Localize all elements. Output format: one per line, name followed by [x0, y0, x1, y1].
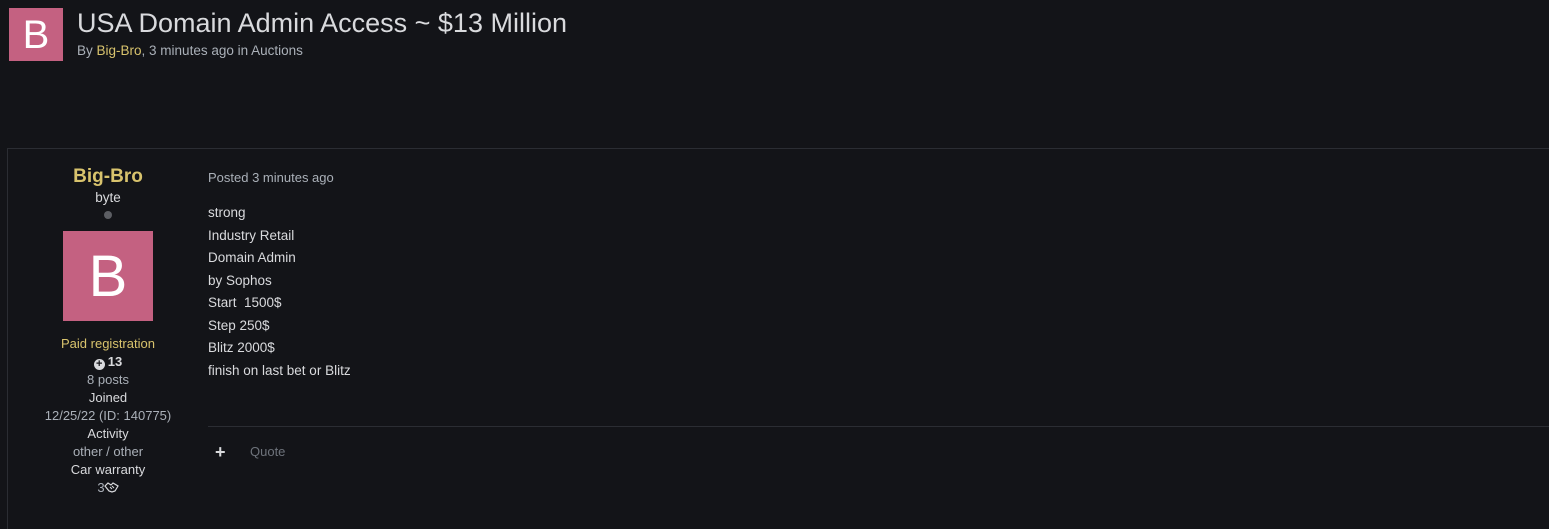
author-reputation: +13 — [8, 353, 208, 371]
multiquote-plus-button[interactable]: + — [215, 442, 226, 463]
post-line: Industry Retail — [208, 227, 295, 243]
post-footer: + Quote — [208, 426, 1549, 477]
reputation-value: 13 — [107, 354, 123, 369]
joined-label: Joined — [88, 390, 128, 405]
author-post-count[interactable]: 8 posts — [8, 371, 208, 389]
post-container: Big-Bro byte B Paid registration +13 8 p… — [7, 148, 1549, 529]
topic-header: B USA Domain Admin Access ~ $13 Million … — [9, 8, 567, 61]
warranty-label: Car warranty — [70, 462, 146, 477]
post-line: by Sophos — [208, 272, 272, 288]
handshake-icon — [103, 482, 119, 493]
page-title: USA Domain Admin Access ~ $13 Million — [77, 8, 567, 38]
post-line: Domain Admin — [208, 250, 296, 265]
post-date[interactable]: Posted 3 minutes ago — [208, 170, 1549, 185]
topic-byline: By Big-Bro, 3 minutes ago in Auctions — [77, 43, 567, 58]
byline-by-label: By — [77, 43, 93, 58]
post-line: strong — [208, 205, 246, 220]
byline-author-link[interactable]: Big-Bro — [97, 43, 142, 58]
post-author-avatar[interactable]: B — [63, 231, 153, 321]
byline-forum-link[interactable]: Auctions — [251, 43, 303, 58]
avatar-letter: B — [88, 243, 128, 309]
post-body: strong Industry Retail Domain Admin by S… — [208, 202, 1549, 382]
byline-time: , 3 minutes ago in — [141, 43, 249, 58]
post-content-column: Posted 3 minutes ago strong Industry Ret… — [208, 149, 1549, 462]
plus-circle-icon: + — [93, 359, 105, 370]
quote-button[interactable]: Quote — [250, 444, 285, 459]
post-line: Start 1500$ — [208, 295, 282, 310]
topic-author-avatar[interactable]: B — [9, 8, 63, 61]
author-group: Paid registration — [61, 336, 155, 351]
post-author-rank: byte — [95, 190, 121, 205]
post-line: finish on last bet or Blitz — [208, 362, 351, 378]
activity-label: Activity — [87, 426, 129, 441]
online-dot-icon — [104, 211, 112, 219]
post-author-name[interactable]: Big-Bro — [8, 166, 208, 188]
warranty-value: 3 — [8, 479, 208, 497]
avatar-letter: B — [22, 12, 50, 57]
joined-value: 12/25/22 (ID: 140775) — [44, 408, 172, 423]
activity-value: other / other — [72, 444, 144, 459]
post-author-panel: Big-Bro byte B Paid registration +13 8 p… — [8, 149, 208, 497]
post-line: Blitz 2000$ — [208, 340, 275, 355]
post-line: Step 250$ — [208, 317, 270, 333]
topic-header-text: USA Domain Admin Access ~ $13 Million By… — [77, 8, 567, 58]
